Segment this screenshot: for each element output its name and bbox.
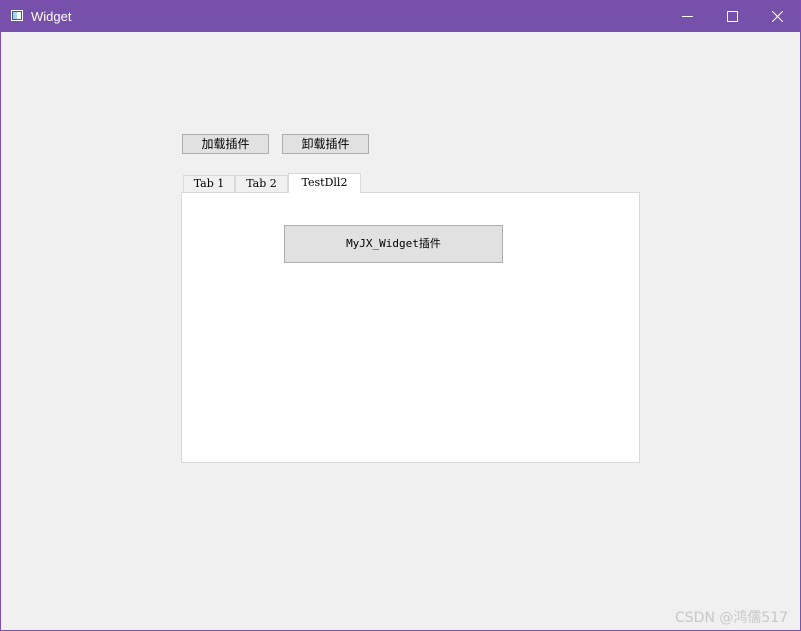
tab-testdll2[interactable]: TestDll2 [288, 173, 361, 193]
close-button[interactable] [755, 1, 800, 32]
load-plugin-button[interactable]: 加载插件 [182, 134, 269, 154]
minimize-button[interactable] [665, 1, 711, 32]
app-window: Widget 加载插件 卸载插件 Tab 1 Tab 2 TestDll2 My… [0, 0, 801, 631]
watermark: CSDN @鸿儒517 [675, 610, 789, 626]
unload-plugin-button[interactable]: 卸载插件 [282, 134, 369, 154]
tab-2[interactable]: Tab 2 [235, 175, 288, 192]
window-title: Widget [31, 9, 72, 24]
close-icon [772, 11, 783, 22]
app-icon [11, 10, 23, 21]
tab-1[interactable]: Tab 1 [183, 175, 235, 192]
myjx-widget-plugin-button[interactable]: MyJX_Widget插件 [284, 225, 503, 263]
title-bar[interactable]: Widget [1, 1, 800, 32]
maximize-button[interactable] [710, 1, 756, 32]
maximize-icon [727, 11, 738, 22]
minimize-icon [682, 16, 693, 17]
